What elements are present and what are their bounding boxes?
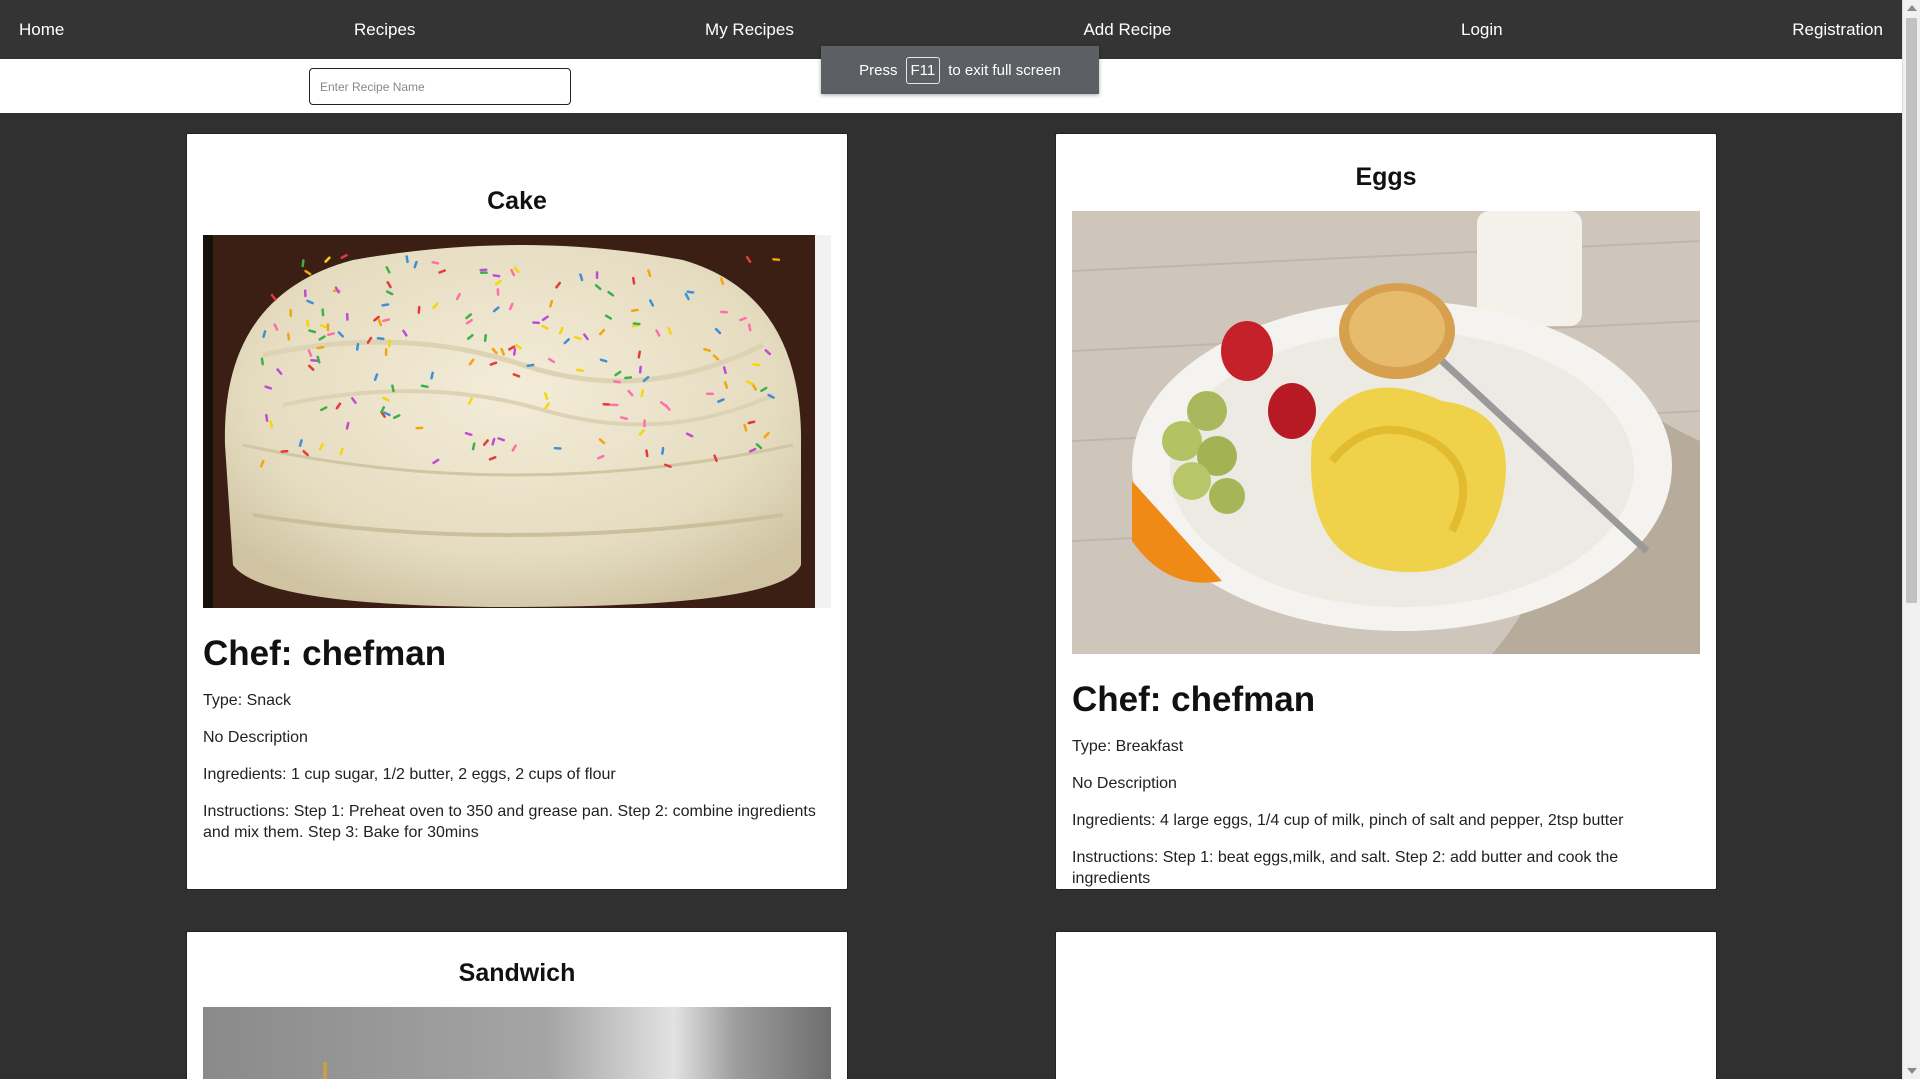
nav-home-link[interactable]: Home	[19, 20, 64, 40]
vertical-scrollbar[interactable]	[1902, 0, 1920, 1079]
recipe-title: Sandwich	[458, 959, 576, 987]
nav-registration-link[interactable]: Registration	[1792, 20, 1883, 40]
f11-key-badge: F11	[905, 56, 941, 84]
recipe-type: Type: Snack	[203, 692, 292, 709]
sandwich-photo	[203, 1007, 831, 1079]
eggs-breakfast-photo	[1072, 211, 1700, 654]
recipe-instructions: Instructions: Step 1: beat eggs,milk, an…	[1072, 849, 1619, 887]
recipe-card-cake: Cake Chef: chefman Type: Snack No Descri…	[186, 133, 848, 890]
recipe-card-eggs: Eggs Chef: chefman Type: Breakfast No De…	[1055, 133, 1717, 890]
scrollbar-thumb[interactable]	[1906, 18, 1917, 603]
recipe-title: Eggs	[1355, 163, 1417, 191]
nav-recipes-link[interactable]: Recipes	[354, 20, 415, 40]
recipe-instructions: Instructions: Step 1: Preheat oven to 35…	[203, 803, 816, 841]
chef-name: Chef: chefman	[203, 634, 447, 673]
recipe-search-input[interactable]	[309, 68, 571, 105]
toast-text-before: Press	[859, 61, 898, 79]
recipe-ingredients: Ingredients: 4 large eggs, 1/4 cup of mi…	[1072, 812, 1624, 829]
fullscreen-exit-toast: Press F11 to exit full screen	[821, 46, 1099, 94]
scroll-up-arrow-icon[interactable]	[1907, 5, 1917, 11]
scroll-down-arrow-icon[interactable]	[1907, 1068, 1917, 1074]
recipe-title: Cake	[487, 187, 547, 215]
nav-login-link[interactable]: Login	[1461, 20, 1503, 40]
recipe-app-page: Home Recipes My Recipes Add Recipe Login…	[0, 0, 1920, 1079]
recipe-card-empty	[1055, 931, 1717, 1079]
toast-text-after: to exit full screen	[948, 61, 1061, 79]
recipe-ingredients: Ingredients: 1 cup sugar, 1/2 butter, 2 …	[203, 766, 616, 783]
recipe-description: No Description	[1072, 775, 1177, 792]
nav-my-recipes-link[interactable]: My Recipes	[705, 20, 794, 40]
recipe-card-sandwich: Sandwich	[186, 931, 848, 1079]
recipe-type: Type: Breakfast	[1072, 738, 1184, 755]
cake-photo	[203, 235, 831, 608]
recipe-description: No Description	[203, 729, 308, 746]
chef-name: Chef: chefman	[1072, 680, 1316, 719]
nav-add-recipe-link[interactable]: Add Recipe	[1083, 20, 1171, 40]
